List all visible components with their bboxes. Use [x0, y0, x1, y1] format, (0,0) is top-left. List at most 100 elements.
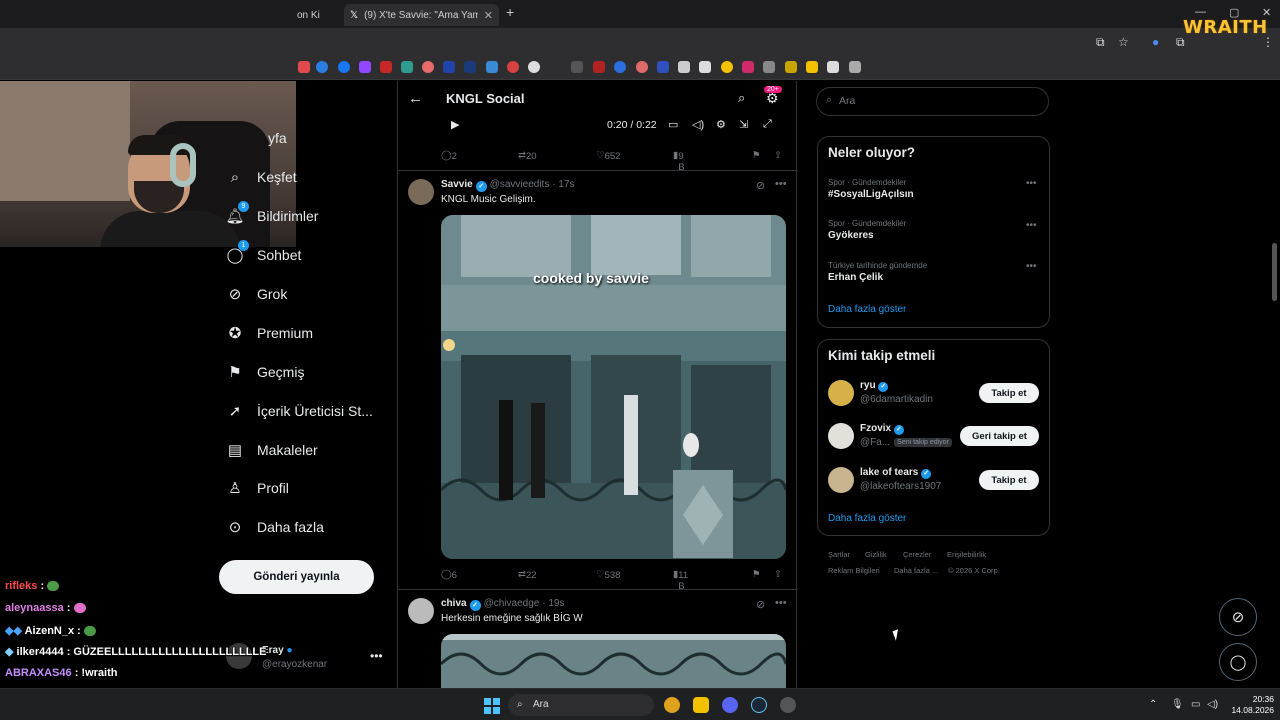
bookmark-icon[interactable] — [316, 61, 328, 73]
views-button[interactable]: ▮ 9 B — [673, 150, 685, 173]
bookmark-icon[interactable] — [827, 61, 839, 73]
trend-item[interactable]: Erhan Çelik — [828, 272, 883, 283]
account-name[interactable]: Eray ● — [262, 645, 293, 656]
search-icon[interactable]: ⌕ — [738, 90, 745, 106]
grok-icon[interactable]: ⊘ — [756, 179, 765, 192]
tweet-image[interactable]: cooked by savvie — [441, 215, 786, 559]
footer-link[interactable]: Gizlilik — [865, 550, 887, 559]
fullscreen-icon[interactable]: ⤢ — [763, 118, 772, 131]
search-input[interactable] — [839, 91, 1039, 111]
footer-link[interactable]: Çerezler — [903, 550, 931, 559]
grok-icon[interactable]: ⊘ — [756, 598, 765, 611]
follow-back-button[interactable]: Geri takip et — [960, 426, 1039, 446]
bookmark-icon[interactable] — [593, 61, 605, 73]
install-app-icon[interactable]: ⧉ — [1096, 35, 1105, 50]
bookmark-icon[interactable] — [763, 61, 775, 73]
sidebar-item-profile[interactable]: ♙ Profil — [226, 475, 289, 501]
follow-button[interactable]: Takip et — [979, 383, 1039, 403]
sidebar-item-notifications[interactable]: 🔔︎ 9 Bildirimler — [225, 201, 318, 229]
like-button[interactable]: ♡ 538 — [596, 569, 620, 581]
tweet-author[interactable]: Savvie ✓ @savvieedits · 17s — [441, 179, 575, 192]
more-options-icon[interactable]: ••• — [775, 597, 787, 609]
windows-start-icon[interactable] — [484, 698, 500, 714]
bookmark-icon[interactable] — [464, 61, 476, 73]
volume-icon[interactable]: ◁) — [692, 118, 704, 131]
more-options-icon[interactable]: ••• — [1026, 178, 1037, 189]
sidebar-item-premium[interactable]: ✪ Premium — [226, 320, 313, 346]
more-options-icon[interactable]: ••• — [1026, 261, 1037, 272]
reply-button[interactable]: ◯ 2 — [441, 150, 457, 162]
more-options-icon[interactable]: ••• — [1026, 220, 1037, 231]
avatar[interactable] — [828, 423, 854, 449]
play-icon[interactable]: ▶ — [451, 118, 459, 131]
footer-link[interactable]: Daha fazla ... — [894, 566, 938, 575]
chrome-icon[interactable] — [664, 697, 680, 713]
trend-item[interactable]: #SosyalLigAçılsın — [828, 189, 914, 200]
bookmark-icon[interactable]: ⚑ — [752, 150, 761, 161]
grok-icon[interactable]: ⊘ — [1219, 598, 1257, 636]
follow-suggestion-name[interactable]: ryu ✓ — [860, 380, 889, 392]
sidebar-item-grok[interactable]: ⊘ Grok — [226, 281, 288, 307]
bookmark-icon[interactable] — [785, 61, 797, 73]
follow-button[interactable]: Takip et — [979, 470, 1039, 490]
like-button[interactable]: ♡ 652 — [596, 150, 620, 162]
bookmark-icon[interactable] — [742, 61, 754, 73]
account-menu-icon[interactable]: ••• — [370, 649, 383, 663]
popout-icon[interactable]: ⇲ — [739, 118, 748, 131]
sidebar-item-chat[interactable]: ◯ 1 Sohbet — [226, 240, 301, 268]
footer-link[interactable]: Reklam Bilgileri — [828, 566, 880, 575]
show-more-follow-link[interactable]: Daha fazla göster — [828, 513, 906, 524]
bookmark-icon[interactable]: ⚑ — [752, 569, 761, 580]
avatar[interactable] — [828, 467, 854, 493]
footer-link[interactable]: Şartlar — [828, 550, 850, 559]
microphone-icon[interactable]: 🎙︎ — [1171, 699, 1184, 710]
share-icon[interactable]: ⇧ — [774, 150, 782, 161]
bookmark-icon[interactable] — [528, 61, 540, 73]
sidebar-item-bookmarks[interactable]: ⚑ Geçmiş — [226, 359, 304, 385]
bookmark-icon[interactable] — [359, 61, 371, 73]
bookmark-icon[interactable] — [636, 61, 648, 73]
bookmark-icon[interactable] — [699, 61, 711, 73]
tray-arrow-icon[interactable]: ⌃ — [1149, 699, 1157, 710]
settings-icon[interactable]: ⚙ — [716, 118, 726, 131]
file-explorer-icon[interactable] — [693, 697, 709, 713]
reply-button[interactable]: ◯ 6 — [441, 569, 457, 581]
system-clock[interactable]: 20:36 14.08.2026 — [1220, 694, 1274, 716]
bookmark-icon[interactable] — [338, 61, 350, 73]
discord-icon[interactable] — [722, 697, 738, 713]
volume-icon[interactable]: ◁) — [1207, 699, 1218, 710]
folder-icon[interactable] — [806, 61, 818, 73]
sidebar-item-creator-studio[interactable]: ➚ İçerik Üreticisi St... — [226, 398, 373, 424]
app-icon[interactable] — [780, 697, 796, 713]
tweet-image[interactable] — [441, 634, 786, 688]
sidebar-item-more[interactable]: ⊙ Daha fazla — [226, 514, 324, 540]
avatar[interactable] — [828, 380, 854, 406]
trend-item[interactable]: Gyökeres — [828, 230, 874, 241]
footer-link[interactable]: Erişilebilirlik — [947, 550, 986, 559]
sidebar-item-articles[interactable]: ▤ Makaleler — [226, 437, 318, 463]
taskbar-search[interactable]: ⌕ Ara — [508, 694, 654, 716]
follow-suggestion-name[interactable]: Fzovix ✓ — [860, 423, 904, 435]
avatar[interactable] — [408, 179, 434, 205]
show-more-trends-link[interactable]: Daha fazla göster — [828, 304, 906, 315]
bookmark-icon[interactable] — [298, 61, 310, 73]
scrollbar[interactable] — [1272, 243, 1277, 301]
bookmark-icon[interactable] — [849, 61, 861, 73]
post-button[interactable]: Gönderi yayınla — [219, 560, 374, 594]
back-arrow-icon[interactable]: ← — [408, 90, 423, 107]
bookmark-star-icon[interactable]: ☆ — [1118, 35, 1129, 49]
browser-tab[interactable]: on Ki — [297, 4, 339, 26]
bookmark-icon[interactable] — [721, 61, 733, 73]
bookmark-icon[interactable] — [571, 61, 583, 73]
share-icon[interactable]: ⇧ — [774, 569, 782, 580]
tweet-author[interactable]: chiva ✓ @chivaedge · 19s — [441, 598, 565, 611]
close-tab-icon[interactable]: ✕ — [484, 9, 493, 22]
bookmark-icon[interactable] — [614, 61, 626, 73]
extension-icon[interactable]: ● — [1152, 35, 1159, 49]
messages-icon[interactable]: ◯ — [1219, 643, 1257, 681]
bookmark-icon[interactable] — [507, 61, 519, 73]
retweet-button[interactable]: ⇄ 20 — [518, 150, 537, 162]
bookmark-icon[interactable] — [443, 61, 455, 73]
retweet-button[interactable]: ⇄ 22 — [518, 569, 537, 581]
bookmark-icon[interactable] — [380, 61, 392, 73]
